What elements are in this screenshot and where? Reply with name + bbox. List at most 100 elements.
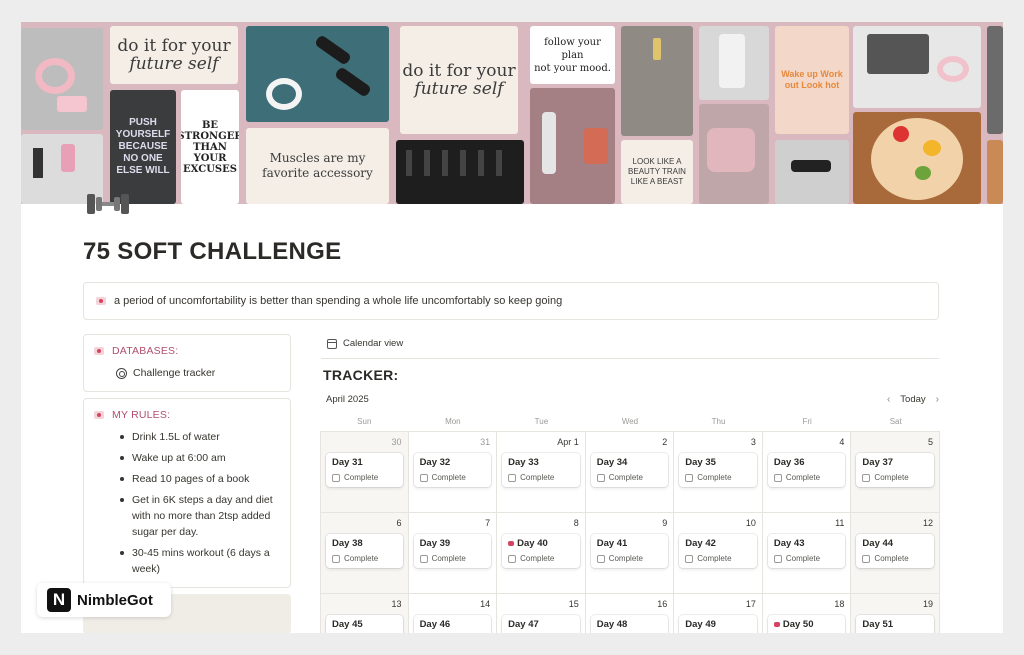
tracker-heading[interactable]: TRACKER: [323,367,399,383]
tracker-entry-card[interactable]: Day 44 Complete [856,534,934,568]
entry-title: Day 47 [508,619,574,630]
calendar-day-cell[interactable]: Apr 1 Day 33 Complete [497,432,586,513]
chevron-left-icon[interactable]: ‹ [887,394,890,405]
page-title[interactable]: 75 SOFT CHALLENGE [83,238,341,266]
checkbox-icon[interactable] [685,554,694,563]
complete-checkbox[interactable]: Complete [508,473,574,482]
day-number: 30 [391,437,402,447]
complete-checkbox[interactable]: Complete [685,554,751,563]
checkbox-icon[interactable] [419,554,428,563]
calendar-day-cell[interactable]: 19 Day 51Complete [851,594,940,633]
complete-checkbox[interactable]: Complete [596,473,663,482]
tracker-entry-card[interactable]: Day 35 Complete [679,453,757,487]
complete-checkbox[interactable]: Complete [862,473,928,482]
checkbox-icon[interactable] [332,554,340,563]
calendar-day-cell[interactable]: 15 Day 47Complete [497,594,586,633]
calendar-day-cell[interactable]: 2 Day 34 Complete [585,432,675,513]
entry-title: Day 35 [685,457,751,468]
complete-checkbox[interactable]: Complete [332,554,397,563]
checkbox-icon[interactable] [332,473,340,482]
complete-checkbox[interactable]: Complete [596,554,663,563]
calendar-day-cell[interactable]: 31 Day 32 Complete [408,432,498,513]
calendar-day-cell[interactable]: 30 Day 31 Complete [320,432,409,513]
calendar-day-cell[interactable]: 4 Day 36 Complete [762,432,852,513]
tracker-entry-card[interactable]: Day 32 Complete [413,453,492,487]
checkbox-label: Complete [697,473,732,482]
quote-card-future-self-2: do it for your future self [400,26,518,134]
calendar-day-cell[interactable]: 18 Day 50Complete [762,594,852,633]
tracker-entry-card[interactable]: Day 45Complete [326,615,403,633]
challenge-tracker-link[interactable]: Challenge tracker [94,367,280,379]
complete-checkbox[interactable]: Complete [419,473,486,482]
tracker-entry-card[interactable]: Day 43 Complete [767,534,846,568]
checkbox-icon[interactable] [508,473,517,482]
checkbox-icon[interactable] [596,473,605,482]
tracker-entry-card[interactable]: Day 50Complete [767,615,846,633]
checkbox-label: Complete [431,554,466,563]
checkbox-icon[interactable] [596,554,605,563]
databases-heading-text: DATABASES: [112,345,179,357]
complete-checkbox[interactable]: Complete [508,554,574,563]
tracker-entry-card[interactable]: Day 48Complete [590,615,669,633]
calendar-day-cell[interactable]: 10 Day 42 Complete [674,513,763,594]
tracker-entry-card[interactable]: Day 36 Complete [767,453,846,487]
rule-item[interactable]: Wake up at 6:00 am [94,450,280,466]
complete-checkbox[interactable]: Complete [332,473,397,482]
calendar-day-cell[interactable]: 12 Day 44 Complete [851,513,940,594]
complete-checkbox[interactable]: Complete [685,473,751,482]
tracker-entry-card[interactable]: Day 46Complete [413,615,492,633]
calendar-day-cell[interactable]: 11 Day 43 Complete [762,513,852,594]
dumbbell-icon[interactable] [83,190,133,218]
complete-checkbox[interactable]: Complete [773,473,840,482]
complete-checkbox[interactable]: Complete [862,554,928,563]
tracker-entry-card[interactable]: Day 49Complete [679,615,757,633]
tracker-entry-card[interactable]: Day 41 Complete [590,534,669,568]
checkbox-icon[interactable] [773,554,782,563]
rule-item[interactable]: Read 10 pages of a book [94,471,280,487]
tracker-entry-card[interactable]: Day 31 Complete [326,453,403,487]
tracker-entry-card[interactable]: Day 38 Complete [326,534,403,568]
calendar-view-tab[interactable]: Calendar view [327,338,403,349]
rule-item[interactable]: 30-45 mins workout (6 days a week) [94,545,280,577]
cover-image-collage[interactable]: do it for your future self PUSH YOURSELF… [21,22,1003,204]
chevron-right-icon[interactable]: › [936,394,939,405]
heart-icon [773,622,780,627]
checkbox-label: Complete [785,473,821,482]
tracker-entry-card[interactable]: Day 33 Complete [502,453,580,487]
today-button[interactable]: Today [900,394,925,405]
day-number: 9 [662,518,668,528]
calendar-day-cell[interactable]: 3 Day 35 Complete [674,432,763,513]
tracker-entry-card[interactable]: Day 37 Complete [856,453,934,487]
tracker-entry-card[interactable]: Day 34 Complete [590,453,669,487]
calendar-day-cell[interactable]: 16 Day 48Complete [585,594,675,633]
rules-heading: MY RULES: [94,409,280,421]
tracker-entry-card[interactable]: Day 47Complete [502,615,580,633]
calendar-day-cell[interactable]: 7 Day 39 Complete [408,513,498,594]
checkbox-icon[interactable] [508,554,517,563]
rule-item[interactable]: Get in 6K steps a day and diet with no m… [94,492,280,540]
checkbox-icon[interactable] [685,473,694,482]
challenge-tracker-label: Challenge tracker [133,367,216,379]
calendar-day-cell[interactable]: 8 Day 40 Complete [497,513,586,594]
calendar-day-cell[interactable]: 13 Day 45Complete [320,594,409,633]
checkbox-icon[interactable] [773,473,782,482]
tracker-entry-card[interactable]: Day 39 Complete [413,534,492,568]
checkbox-icon[interactable] [862,473,871,482]
rule-item[interactable]: Drink 1.5L of water [94,429,280,445]
complete-checkbox[interactable]: Complete [419,554,486,563]
calendar-day-cell[interactable]: 14 Day 46Complete [408,594,498,633]
calendar-day-cell[interactable]: 6 Day 38 Complete [320,513,409,594]
entry-title-text: Day 50 [782,619,814,630]
quote-callout[interactable]: a period of uncomfortability is better t… [83,282,939,320]
checkbox-icon[interactable] [419,473,428,482]
calendar-day-cell[interactable]: 17 Day 49Complete [674,594,763,633]
entry-title-text: Day 39 [419,538,451,549]
tracker-entry-card[interactable]: Day 42 Complete [679,534,757,568]
calendar-day-cell[interactable]: 5 Day 37 Complete [851,432,940,513]
day-number: 13 [391,599,402,609]
calendar-day-cell[interactable]: 9 Day 41 Complete [585,513,675,594]
tracker-entry-card[interactable]: Day 40 Complete [502,534,580,568]
complete-checkbox[interactable]: Complete [773,554,840,563]
checkbox-icon[interactable] [862,554,871,563]
tracker-entry-card[interactable]: Day 51Complete [856,615,934,633]
